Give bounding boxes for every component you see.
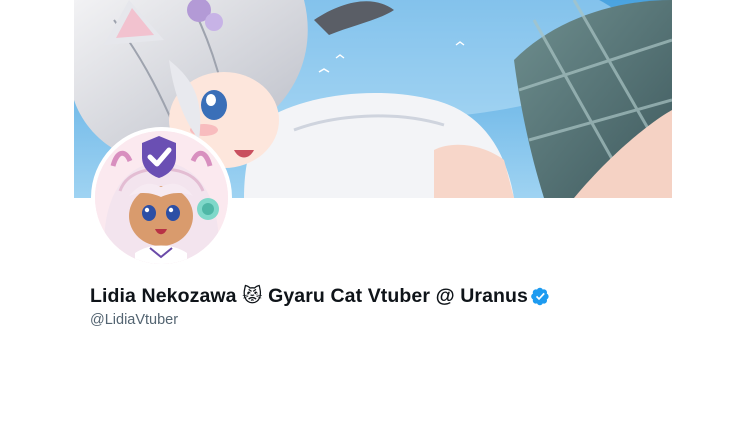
profile-page: Lidia Nekozawa 😾 Gyaru Cat Vtuber @ Uran… <box>0 0 731 431</box>
purple-shield-check-icon <box>142 136 176 178</box>
profile-handle: @LidiaVtuber <box>90 312 179 328</box>
profile-avatar[interactable] <box>91 127 232 268</box>
avatar-image <box>95 131 228 264</box>
verified-badge-icon[interactable] <box>531 287 550 306</box>
display-name: Lidia Nekozawa 😾 Gyaru Cat Vtuber @ Uran… <box>90 285 528 307</box>
display-name-row: Lidia Nekozawa 😾 Gyaru Cat Vtuber @ Uran… <box>90 282 690 310</box>
profile-info: Lidia Nekozawa 😾 Gyaru Cat Vtuber @ Uran… <box>90 282 690 328</box>
